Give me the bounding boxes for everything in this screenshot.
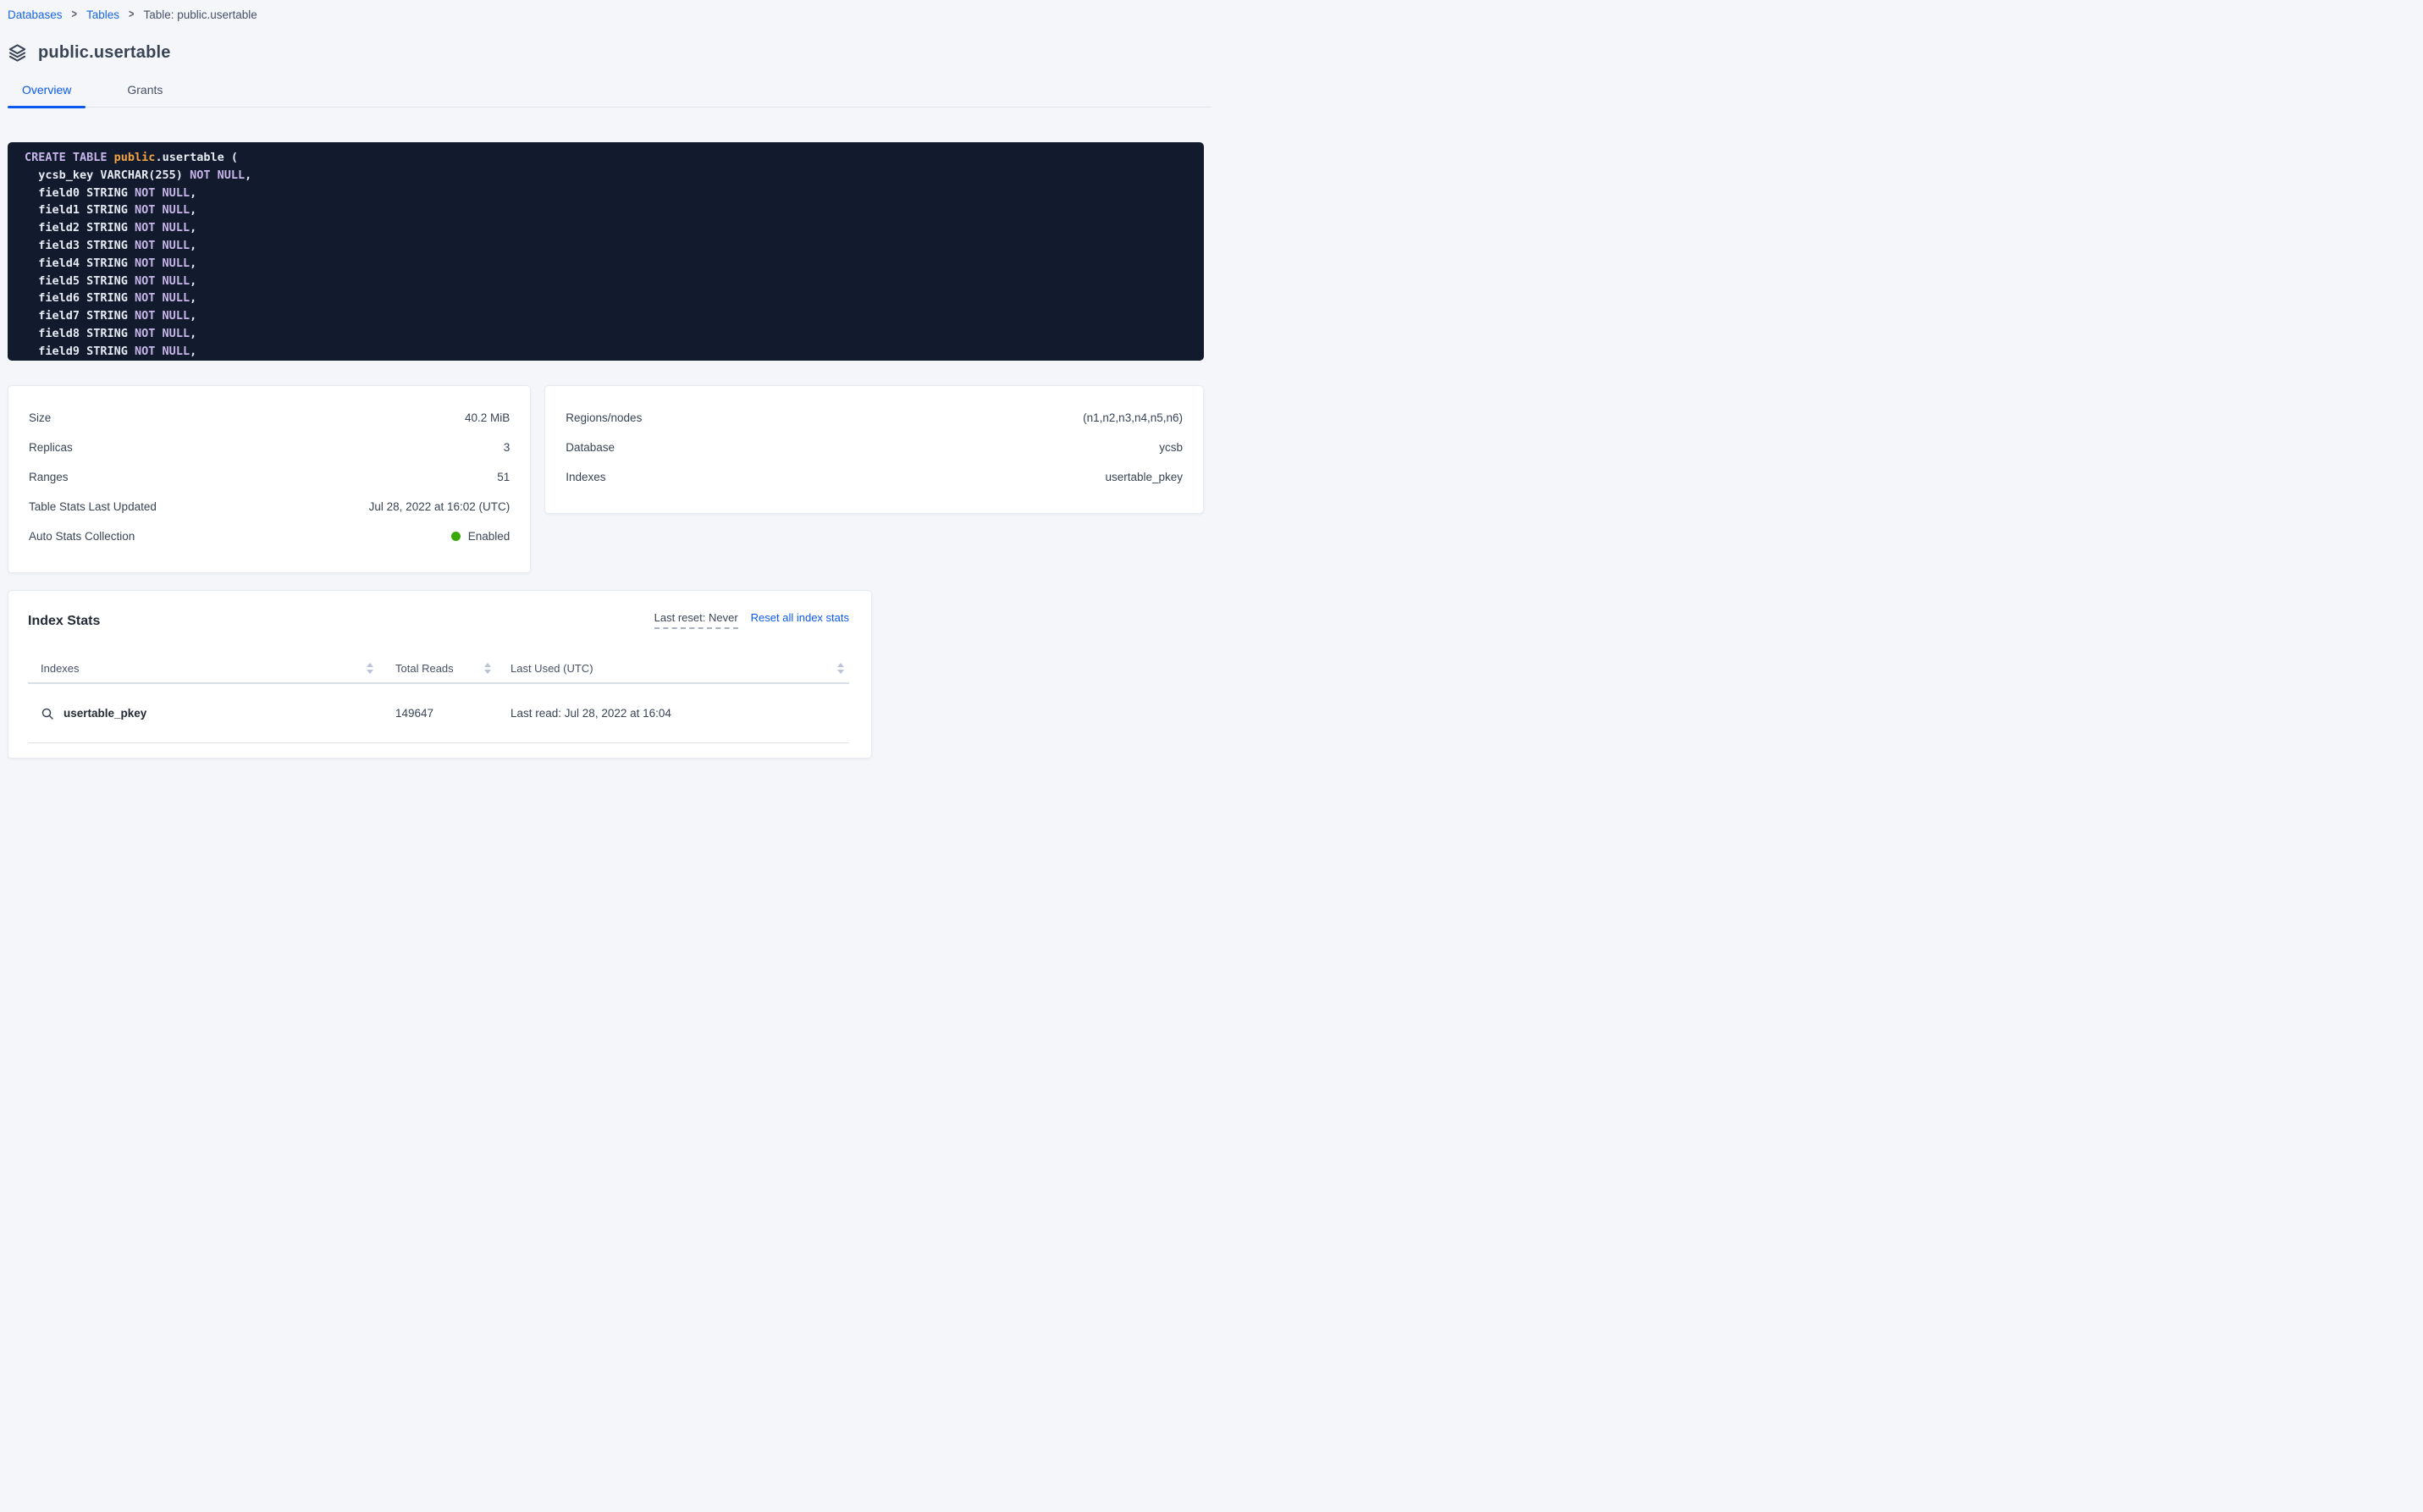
sql-code-line: CREATE TABLE public.usertable (: [25, 149, 1187, 167]
sql-code-line: ycsb_key VARCHAR(255) NOT NULL,: [25, 167, 1187, 185]
stat-label: Table Stats Last Updated: [29, 500, 157, 513]
stat-value: 51: [497, 471, 510, 483]
summary-cards: Size 40.2 MiB Replicas 3 Ranges 51 Table Stats…: [8, 385, 1204, 573]
tab-bar: Overview Grants: [8, 78, 1212, 108]
column-header-label: Indexes: [41, 662, 80, 675]
stat-label: Replicas: [29, 441, 73, 454]
breadcrumb: Databases > Tables > Table: public.usert…: [8, 5, 1204, 24]
index-stats-card: Index Stats Last reset: Never Reset all …: [8, 590, 872, 759]
breadcrumb-current: Table: public.usertable: [143, 8, 257, 21]
sql-code-line: field9 STRING NOT NULL,: [25, 343, 1187, 361]
stat-label: Size: [29, 411, 51, 424]
table-details-page: Databases > Tables > Table: public.usert…: [0, 0, 1212, 759]
chevron-right-icon: >: [129, 8, 134, 21]
layers-icon: [8, 43, 27, 63]
sort-arrows-icon[interactable]: [367, 663, 373, 674]
stat-row: Database ycsb: [566, 433, 1183, 462]
sql-code-line: field5 STRING NOT NULL,: [25, 273, 1187, 290]
column-header-total-reads[interactable]: Total Reads: [382, 662, 496, 675]
chevron-right-icon: >: [72, 8, 77, 21]
column-header-last-used-utc[interactable]: Last Used (UTC): [496, 662, 849, 675]
sql-code-line: field1 STRING NOT NULL,: [25, 201, 1187, 219]
sql-code-line: field8 STRING NOT NULL,: [25, 325, 1187, 343]
stat-value: 3: [504, 441, 511, 454]
sort-up-icon: [367, 663, 373, 667]
last-reset-label: Last reset: Never: [654, 611, 738, 629]
sql-code-line: field0 STRING NOT NULL,: [25, 185, 1187, 202]
sort-arrows-icon[interactable]: [484, 663, 491, 674]
total-reads-cell: 149647: [382, 707, 496, 720]
stat-label: Auto Stats Collection: [29, 530, 135, 543]
stat-row: Ranges 51: [29, 462, 510, 492]
breadcrumb-link-tables[interactable]: Tables: [86, 8, 119, 21]
stat-value: ycsb: [1159, 441, 1183, 454]
index-table-header: Indexes Total Reads Last Used (UTC): [28, 654, 849, 684]
page-header: public.usertable: [8, 41, 1204, 63]
sql-code-line: field2 STRING NOT NULL,: [25, 219, 1187, 237]
stat-row: Replicas 3: [29, 433, 510, 462]
sql-code-line: field4 STRING NOT NULL,: [25, 255, 1187, 273]
sort-arrows-icon[interactable]: [837, 663, 844, 674]
stat-row: Table Stats Last Updated Jul 28, 2022 at …: [29, 492, 510, 521]
stat-value: Jul 28, 2022 at 16:02 (UTC): [369, 500, 511, 513]
sort-up-icon: [837, 663, 844, 667]
column-header-label: Total Reads: [395, 662, 454, 675]
stat-value: usertable_pkey: [1105, 471, 1183, 483]
column-header-label: Last Used (UTC): [511, 662, 593, 675]
green-dot-icon: [451, 532, 461, 541]
last-used-cell: Last read: Jul 28, 2022 at 16:04: [496, 707, 849, 720]
stat-label: Ranges: [29, 471, 69, 483]
create-table-sql-block[interactable]: CREATE TABLE public.usertable ( ycsb_key…: [8, 142, 1204, 361]
table-details-card: Size 40.2 MiB Replicas 3 Ranges 51 Table Stats…: [8, 385, 531, 573]
reset-all-index-stats-link[interactable]: Reset all index stats: [751, 611, 849, 624]
index-name-cell[interactable]: usertable_pkey: [28, 707, 382, 720]
index-name-link[interactable]: usertable_pkey: [63, 707, 146, 720]
stat-label: Indexes: [566, 471, 605, 483]
sql-code-line: field3 STRING NOT NULL,: [25, 237, 1187, 255]
table-placement-card: Regions/nodes (n1,n2,n3,n4,n5,n6) Database…: [544, 385, 1204, 514]
sql-code-line: field7 STRING NOT NULL,: [25, 307, 1187, 325]
column-header-indexes[interactable]: Indexes: [28, 662, 382, 675]
stat-value: (n1,n2,n3,n4,n5,n6): [1083, 411, 1183, 424]
index-table-body: usertable_pkey 149647Last read: Jul 28, 2…: [28, 684, 849, 743]
sql-code-line: field6 STRING NOT NULL,: [25, 290, 1187, 307]
stat-row: Auto Stats Collection Enabled: [29, 521, 510, 551]
index-table-row: usertable_pkey 149647Last read: Jul 28, 2…: [28, 684, 849, 743]
tab-overview[interactable]: Overview: [8, 78, 86, 107]
stat-row: Regions/nodes (n1,n2,n3,n4,n5,n6): [566, 403, 1183, 433]
stat-value: 40.2 MiB: [465, 411, 510, 424]
sort-up-icon: [484, 663, 491, 667]
sort-down-icon: [837, 670, 844, 674]
stat-label: Database: [566, 441, 615, 454]
stat-label: Regions/nodes: [566, 411, 642, 424]
search-icon: [41, 707, 54, 720]
index-stats-title: Index Stats: [28, 614, 100, 629]
breadcrumb-link-databases[interactable]: Databases: [8, 8, 63, 21]
index-stats-table: Indexes Total Reads Last Used (UTC) userta…: [28, 654, 849, 743]
page-title: public.usertable: [38, 43, 171, 63]
sort-down-icon: [367, 670, 373, 674]
stat-row: Size 40.2 MiB: [29, 403, 510, 433]
stat-row: Indexes usertable_pkey: [566, 462, 1183, 492]
sort-down-icon: [484, 670, 491, 674]
tab-grants[interactable]: Grants: [113, 78, 177, 107]
stat-value: Enabled: [451, 530, 511, 543]
